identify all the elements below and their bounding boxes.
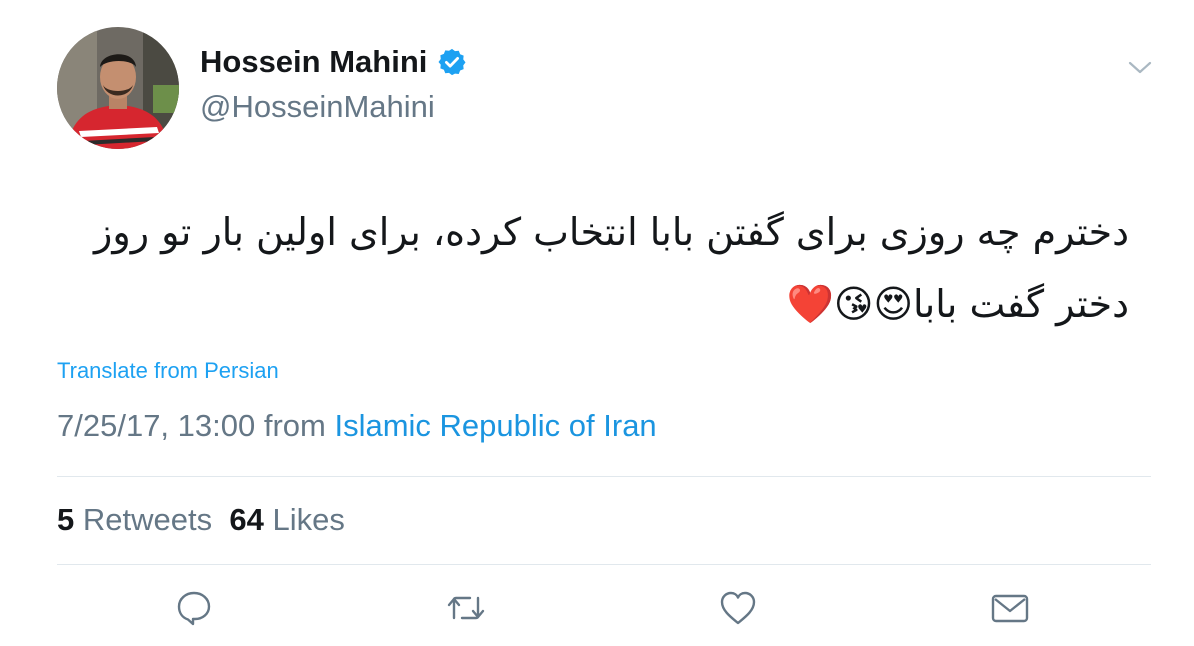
tweet-stats: 5 Retweets 64 Likes [57, 502, 345, 538]
retweets-stat[interactable]: 5 Retweets [57, 502, 212, 537]
retweet-button[interactable] [446, 588, 486, 628]
divider [57, 476, 1151, 477]
likes-stat[interactable]: 64 Likes [229, 502, 344, 537]
likes-label: Likes [272, 502, 345, 537]
like-icon [720, 591, 756, 625]
divider [57, 564, 1151, 565]
location-link[interactable]: Islamic Republic of Iran [334, 408, 656, 443]
tweet-meta: 7/25/17, 13:00 from Islamic Republic of … [57, 408, 657, 444]
retweets-label: Retweets [82, 502, 213, 537]
tweet-text-line: دختر گفت بابا😍😘❤️ [786, 282, 1129, 326]
user-handle[interactable]: @HosseinMahini [200, 89, 435, 125]
reply-icon [177, 591, 211, 626]
share-icon [991, 594, 1029, 623]
from-label: from [263, 408, 326, 443]
like-button[interactable] [718, 588, 758, 628]
share-button[interactable] [990, 588, 1030, 628]
avatar[interactable] [57, 27, 179, 149]
display-name[interactable]: Hossein Mahini [200, 44, 467, 80]
avatar-image [57, 27, 179, 149]
tweet-text-line: دخترم چه روزی برای گفتن بابا انتخاب کرده… [94, 210, 1129, 254]
retweet-icon [447, 596, 485, 620]
chevron-down-icon[interactable] [1126, 56, 1154, 78]
likes-count: 64 [229, 502, 264, 537]
verified-badge-icon [437, 47, 467, 77]
reply-button[interactable] [174, 588, 214, 628]
display-name-text: Hossein Mahini [200, 44, 428, 79]
tweet-text: دخترم چه روزی برای گفتن بابا انتخاب کرده… [57, 196, 1129, 340]
retweets-count: 5 [57, 502, 75, 537]
translate-link[interactable]: Translate from Persian [57, 358, 279, 384]
timestamp[interactable]: 7/25/17, 13:00 [57, 408, 255, 443]
